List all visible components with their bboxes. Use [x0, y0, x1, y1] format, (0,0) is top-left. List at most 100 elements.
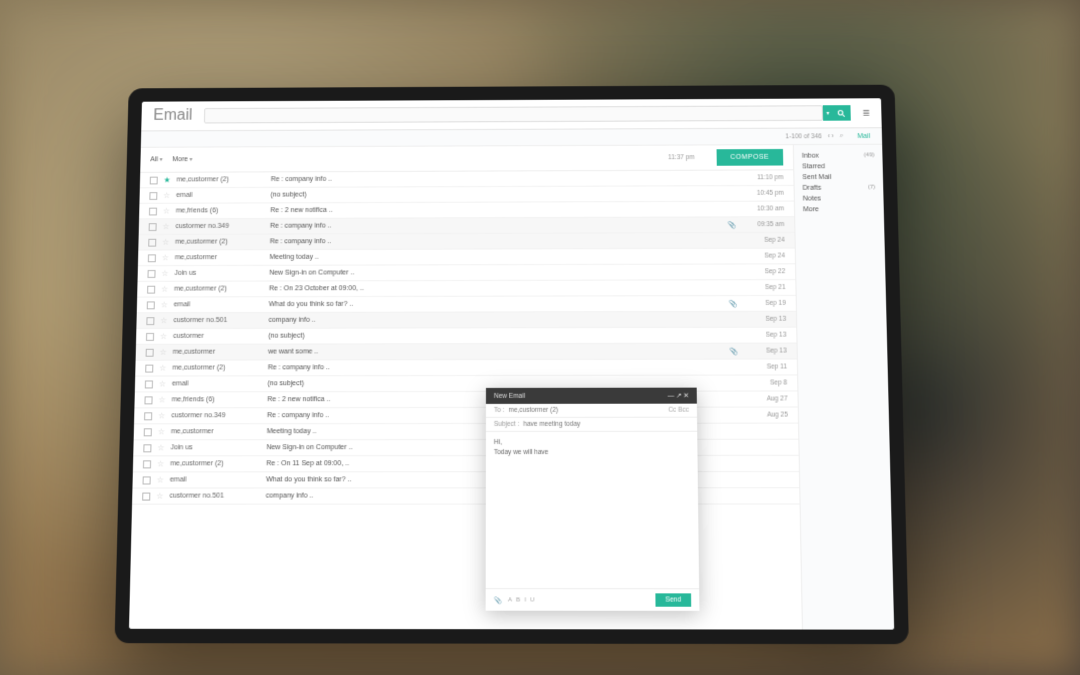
search-dropdown-caret[interactable]: ▾	[823, 105, 833, 120]
date: 10:45 pm	[742, 190, 784, 197]
checkbox[interactable]	[148, 254, 156, 262]
checkbox[interactable]	[149, 207, 157, 215]
compose-footer: 📎 ABIU Send	[486, 588, 700, 611]
sender: me,custormer	[173, 349, 262, 356]
compose-body[interactable]: Hi, Today we will have	[486, 432, 699, 589]
email-row[interactable]: ☆me,custormerMeeting today ..	[134, 424, 799, 441]
sidebar-item-sent-mail[interactable]: Sent Mail	[802, 172, 875, 183]
email-row[interactable]: ☆me,custormerwe want some ..📎Sep 13	[136, 344, 797, 361]
checkbox[interactable]	[146, 332, 154, 340]
star-icon[interactable]: ☆	[162, 238, 169, 247]
cc-bcc-toggle[interactable]: Cc Bcc	[668, 407, 689, 414]
subject: New Sign-in on Computer ..	[269, 268, 737, 276]
sidebar-item-more[interactable]: More	[803, 204, 876, 215]
star-icon[interactable]: ☆	[163, 191, 170, 200]
checkbox[interactable]	[143, 444, 151, 452]
star-icon[interactable]: ☆	[157, 475, 164, 484]
pagination-nav[interactable]: ‹ ›	[828, 133, 834, 140]
format-toolbar[interactable]: ABIU	[508, 597, 534, 603]
sidebar-item-drafts[interactable]: Drafts(7)	[802, 183, 875, 194]
star-icon[interactable]: ☆	[158, 427, 165, 436]
checkbox[interactable]	[144, 428, 152, 436]
checkbox[interactable]	[146, 348, 154, 356]
checkbox[interactable]	[143, 460, 151, 468]
mail-link[interactable]: Mail	[857, 133, 870, 140]
email-row[interactable]: ☆me,custormer (2)Re : On 11 Sep at 09:00…	[133, 456, 799, 473]
star-icon[interactable]: ☆	[157, 443, 164, 452]
compose-button[interactable]: COMPOSE	[716, 149, 783, 166]
filter-more[interactable]: More	[172, 156, 192, 163]
menu-icon[interactable]: ≡	[862, 106, 869, 120]
checkbox[interactable]	[147, 285, 155, 293]
checkbox[interactable]	[145, 364, 153, 372]
sender: me,custormer (2)	[170, 460, 260, 467]
email-row[interactable]: ☆me,custormer (2)Re : company info ..Sep…	[135, 359, 797, 376]
search-input[interactable]	[204, 105, 823, 123]
star-icon[interactable]: ☆	[160, 332, 167, 341]
subject: Re : company info ..	[270, 221, 722, 229]
sender: email	[172, 380, 262, 387]
mail-list: All More 11:37 pm COMPOSE ★me,custormer …	[129, 145, 802, 629]
sender: custormer no.501	[173, 317, 262, 324]
attach-icon[interactable]: 📎	[494, 596, 502, 604]
email-row[interactable]: ☆custormer no.501company info ..Sep 13	[136, 312, 796, 329]
email-row[interactable]: ☆custormer(no subject)Sep 13	[136, 328, 797, 345]
compose-to-field[interactable]: To : me,custormer (2) Cc Bcc	[486, 404, 697, 418]
email-row[interactable]: ☆me,friends (6)Re : 2 new notifica ..Aug…	[134, 391, 797, 408]
pagination-search-icon[interactable]: ⌕	[840, 132, 844, 140]
star-icon[interactable]: ☆	[158, 395, 165, 404]
star-icon[interactable]: ☆	[163, 207, 170, 216]
sender: email	[176, 192, 265, 199]
sidebar-item-notes[interactable]: Notes	[803, 193, 876, 204]
subject: Re : company info ..	[271, 174, 736, 183]
star-icon[interactable]: ★	[163, 176, 170, 185]
send-button[interactable]: Send	[655, 593, 691, 606]
star-icon[interactable]: ☆	[162, 253, 169, 262]
checkbox[interactable]	[149, 223, 157, 231]
search-button[interactable]	[833, 105, 851, 121]
star-icon[interactable]: ☆	[157, 459, 164, 468]
to-label: To :	[494, 407, 505, 414]
date: Aug 25	[745, 412, 787, 419]
star-icon[interactable]: ☆	[161, 269, 168, 278]
email-row[interactable]: ☆emailWhat do you think so far? ..	[132, 472, 799, 489]
body-line2: Today we will have	[494, 448, 690, 459]
sender: custormer no.501	[169, 493, 259, 500]
compose-subject-field[interactable]: Subject : have meeting today	[486, 418, 697, 432]
checkbox[interactable]	[144, 396, 152, 404]
star-icon[interactable]: ☆	[159, 379, 166, 388]
checkbox[interactable]	[143, 476, 151, 484]
email-row[interactable]: ☆Join usNew Sign-in on Computer ..	[133, 440, 798, 457]
sidebar-item-inbox[interactable]: Inbox(49)	[802, 151, 875, 162]
email-row[interactable]: ☆me,custormer (2)Re : On 23 October at 0…	[137, 280, 796, 297]
email-row[interactable]: ☆email(no subject)Sep 8	[135, 375, 798, 392]
checkbox[interactable]	[147, 301, 155, 309]
compose-header[interactable]: New Email — ↗ ✕	[486, 388, 697, 404]
checkbox[interactable]	[145, 380, 153, 388]
star-icon[interactable]: ☆	[161, 285, 168, 294]
date: Sep 22	[743, 268, 785, 275]
star-icon[interactable]: ☆	[159, 364, 166, 373]
email-row[interactable]: ☆emailWhat do you think so far? ..📎Sep 1…	[137, 296, 796, 313]
star-icon[interactable]: ☆	[159, 348, 166, 357]
email-row[interactable]: ☆custormer no.349Re : company info ..Aug…	[134, 408, 798, 425]
email-row[interactable]: ☆Join usNew Sign-in on Computer ..Sep 22	[138, 264, 796, 282]
sidebar-item-starred[interactable]: Starred	[802, 161, 875, 172]
star-icon[interactable]: ☆	[158, 411, 165, 420]
email-row[interactable]: ☆me,custormerMeeting today ..Sep 24	[138, 249, 795, 267]
filter-all[interactable]: All	[150, 156, 162, 163]
checkbox[interactable]	[144, 412, 152, 420]
star-icon[interactable]: ☆	[162, 222, 169, 231]
compose-window-controls[interactable]: — ↗ ✕	[668, 392, 689, 400]
checkbox[interactable]	[147, 270, 155, 278]
star-icon[interactable]: ☆	[161, 300, 168, 309]
star-icon[interactable]: ☆	[156, 492, 163, 501]
checkbox[interactable]	[148, 238, 156, 246]
checkbox[interactable]	[150, 176, 158, 184]
topbar: Email ▾ ≡	[141, 98, 882, 131]
star-icon[interactable]: ☆	[160, 316, 167, 325]
email-row[interactable]: ☆custormer no.501company info ..	[132, 488, 800, 504]
checkbox[interactable]	[149, 192, 157, 200]
checkbox[interactable]	[142, 492, 150, 500]
checkbox[interactable]	[146, 317, 154, 325]
